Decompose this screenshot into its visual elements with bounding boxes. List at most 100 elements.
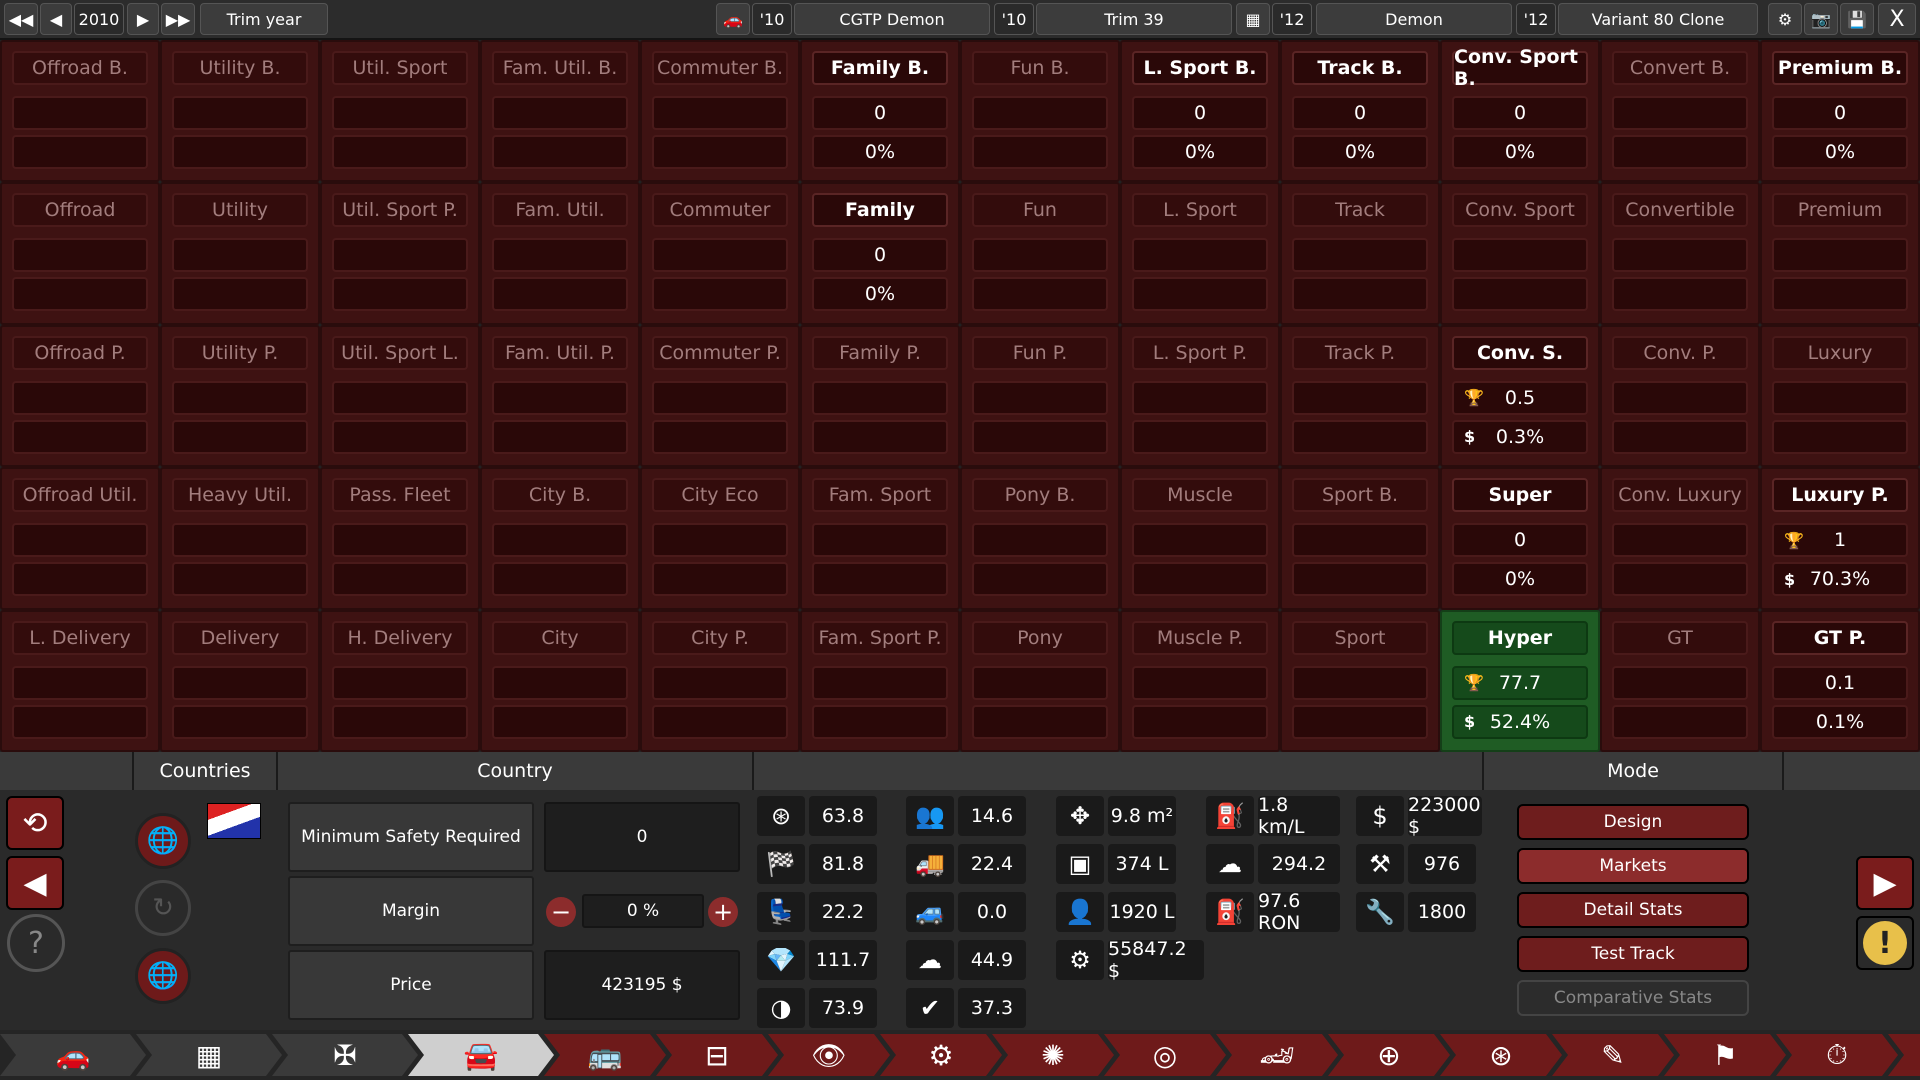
segment-cell[interactable]: Utility bbox=[160, 182, 320, 325]
back-arrow-button[interactable]: ◀ bbox=[6, 856, 64, 910]
segment-cell[interactable]: Fun P. bbox=[960, 324, 1120, 468]
segment-cell[interactable]: Premium B. 0 0% bbox=[1760, 40, 1920, 183]
segment-cell[interactable]: Convert B. bbox=[1600, 40, 1760, 183]
segment-cell[interactable]: Track bbox=[1280, 182, 1440, 325]
segment-cell[interactable]: Sport B. bbox=[1280, 467, 1440, 610]
segment-cell[interactable]: Track B. 0 0% bbox=[1280, 40, 1440, 183]
segment-cell[interactable]: Muscle P. bbox=[1120, 609, 1280, 752]
year-next-fast-button[interactable]: ▶▶ bbox=[161, 3, 195, 35]
segment-cell[interactable]: Fam. Sport P. bbox=[800, 609, 960, 752]
camera-icon[interactable]: 📷 bbox=[1804, 3, 1838, 35]
aero-tab[interactable]: 🏎 bbox=[1216, 1034, 1338, 1076]
globe-all-icon[interactable]: 🌐 bbox=[135, 948, 191, 1004]
car-tab[interactable]: 🚗 bbox=[0, 1034, 146, 1076]
segment-cell[interactable]: Pony bbox=[960, 609, 1120, 752]
segment-cell[interactable]: Utility P. bbox=[160, 324, 320, 468]
segment-cell[interactable]: GT P. 0.1 0.1% bbox=[1760, 609, 1920, 752]
brakes-tab[interactable]: ⚙ bbox=[880, 1034, 1002, 1076]
segment-cell[interactable]: Fam. Util. B. bbox=[480, 40, 640, 183]
segment-cell[interactable]: Commuter B. bbox=[640, 40, 800, 183]
mode-detail-stats-button[interactable]: Detail Stats bbox=[1517, 892, 1749, 928]
year-prev-button[interactable]: ◀ bbox=[40, 3, 72, 35]
refresh-icon[interactable]: ↻ bbox=[135, 880, 191, 936]
segment-cell[interactable]: L. Sport B. 0 0% bbox=[1120, 40, 1280, 183]
segment-cell[interactable]: Delivery bbox=[160, 609, 320, 752]
tires-tab[interactable]: ◎ bbox=[1104, 1034, 1226, 1076]
segment-cell[interactable]: Family B. 0 0% bbox=[800, 40, 960, 183]
trim-selector[interactable]: Trim 39 bbox=[1036, 3, 1232, 35]
car-model-selector[interactable]: CGTP Demon bbox=[794, 3, 990, 35]
segment-cell[interactable]: Offroad B. bbox=[0, 40, 160, 183]
year-prev-fast-button[interactable]: ◀◀ bbox=[4, 3, 38, 35]
segment-cell[interactable]: Family P. bbox=[800, 324, 960, 468]
segment-cell[interactable]: Commuter bbox=[640, 182, 800, 325]
segment-cell[interactable]: Offroad bbox=[0, 182, 160, 325]
segment-cell[interactable]: Conv. P. bbox=[1600, 324, 1760, 468]
close-button[interactable]: X bbox=[1878, 3, 1916, 35]
segment-cell[interactable]: Util. Sport bbox=[320, 40, 480, 183]
variant-selector[interactable]: Variant 80 Clone bbox=[1558, 3, 1758, 35]
segment-cell[interactable]: Heavy Util. bbox=[160, 467, 320, 610]
segment-cell[interactable]: Offroad Util. bbox=[0, 467, 160, 610]
segment-cell[interactable]: Conv. Sport B. 0 0% bbox=[1440, 40, 1600, 183]
mode-design-button[interactable]: Design bbox=[1517, 804, 1749, 840]
segment-cell[interactable]: Conv. S. 🏆 0.5 $0.3% bbox=[1440, 324, 1600, 468]
segment-cell[interactable]: Family 0 0% bbox=[800, 182, 960, 325]
year-next-button[interactable]: ▶ bbox=[127, 3, 159, 35]
settings-gear-icon[interactable]: ⚙ bbox=[1768, 3, 1802, 35]
steering-tab[interactable]: ⊕ bbox=[1328, 1034, 1450, 1076]
country-flag[interactable] bbox=[207, 803, 261, 839]
segment-cell[interactable]: Fam. Util. P. bbox=[480, 324, 640, 468]
suspension-tab[interactable]: ✠ bbox=[272, 1034, 418, 1076]
mode-test-track-button[interactable]: Test Track bbox=[1517, 936, 1749, 972]
segment-cell[interactable]: Luxury P. 🏆 1 $70.3% bbox=[1760, 467, 1920, 610]
segment-cell[interactable]: Util. Sport L. bbox=[320, 324, 480, 468]
segment-cell[interactable]: City P. bbox=[640, 609, 800, 752]
segment-cell[interactable]: Hyper 🏆 77.7 $52.4% bbox=[1440, 609, 1600, 752]
warning-icon[interactable]: ! bbox=[1856, 916, 1914, 970]
safety-tab[interactable]: 👁 bbox=[768, 1034, 890, 1076]
segment-cell[interactable]: Utility B. bbox=[160, 40, 320, 183]
segment-cell[interactable]: GT bbox=[1600, 609, 1760, 752]
segment-cell[interactable]: Pony B. bbox=[960, 467, 1120, 610]
body-tab[interactable]: 🚘 bbox=[408, 1034, 554, 1076]
segment-cell[interactable]: City Eco bbox=[640, 467, 800, 610]
segment-cell[interactable]: Fun B. bbox=[960, 40, 1120, 183]
segment-cell[interactable]: Muscle bbox=[1120, 467, 1280, 610]
segment-cell[interactable]: L. Delivery bbox=[0, 609, 160, 752]
sportiness-tab[interactable]: ⊛ bbox=[1440, 1034, 1562, 1076]
segment-cell[interactable]: Track P. bbox=[1280, 324, 1440, 468]
segment-cell[interactable]: Luxury bbox=[1760, 324, 1920, 468]
segment-cell[interactable]: Fam. Sport bbox=[800, 467, 960, 610]
segment-cell[interactable]: L. Sport bbox=[1120, 182, 1280, 325]
segment-cell[interactable]: Pass. Fleet bbox=[320, 467, 480, 610]
segment-cell[interactable]: Super 0 0% bbox=[1440, 467, 1600, 610]
mode-comparative-stats-button[interactable]: Comparative Stats bbox=[1517, 980, 1749, 1016]
margin-decrease-button[interactable]: − bbox=[546, 897, 576, 927]
segment-cell[interactable]: H. Delivery bbox=[320, 609, 480, 752]
mode-markets-button[interactable]: Markets bbox=[1517, 848, 1749, 884]
wheels-tab[interactable]: ✺ bbox=[992, 1034, 1114, 1076]
interior-tab[interactable]: ⊟ bbox=[656, 1034, 778, 1076]
segment-cell[interactable]: Fam. Util. bbox=[480, 182, 640, 325]
segment-cell[interactable]: Commuter P. bbox=[640, 324, 800, 468]
save-icon[interactable]: 💾 bbox=[1840, 3, 1874, 35]
segment-cell[interactable]: Fun bbox=[960, 182, 1120, 325]
globe-icon[interactable]: 🌐 bbox=[135, 813, 191, 869]
forward-arrow-button[interactable]: ▶ bbox=[1856, 856, 1914, 910]
trim-tab[interactable]: ✎ bbox=[1552, 1034, 1674, 1076]
tune-tab[interactable]: ⚑ bbox=[1664, 1034, 1786, 1076]
margin-increase-button[interactable]: + bbox=[708, 897, 738, 927]
final-tab[interactable]: ⏱ bbox=[1776, 1034, 1898, 1076]
segment-cell[interactable]: Offroad P. bbox=[0, 324, 160, 468]
segment-cell[interactable]: L. Sport P. bbox=[1120, 324, 1280, 468]
segment-cell[interactable]: Premium bbox=[1760, 182, 1920, 325]
chassis-tab[interactable]: ▦ bbox=[136, 1034, 282, 1076]
engine-icon[interactable]: ▦ bbox=[1236, 3, 1270, 35]
help-icon[interactable]: ? bbox=[7, 914, 65, 972]
fixtures-tab[interactable]: 🚌 bbox=[544, 1034, 666, 1076]
margin-value[interactable]: 0 % bbox=[582, 894, 704, 928]
segment-cell[interactable]: Convertible bbox=[1600, 182, 1760, 325]
reset-camera-icon[interactable]: ⟲ bbox=[6, 796, 64, 850]
engine-selector[interactable]: Demon bbox=[1316, 3, 1512, 35]
